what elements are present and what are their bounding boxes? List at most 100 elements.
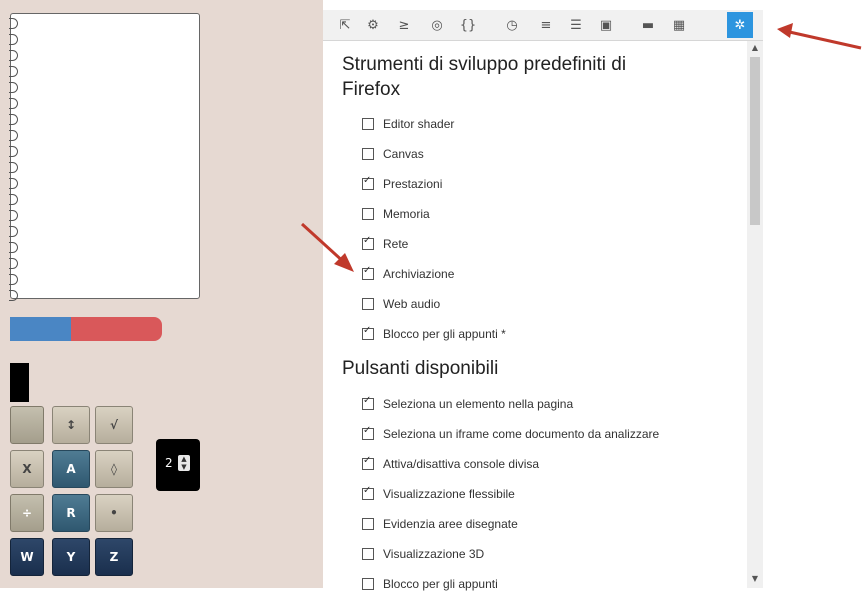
spiral-coil	[9, 82, 18, 93]
toolbar-button-option[interactable]: Seleziona un iframe come documento da an…	[362, 424, 659, 444]
notebook-canvas[interactable]	[9, 13, 200, 301]
keypad-key[interactable]: ◊	[95, 450, 133, 488]
checkbox[interactable]	[362, 235, 374, 250]
scratchpad-icon[interactable]: {}	[455, 12, 481, 38]
keypad-key[interactable]: Z	[95, 538, 133, 576]
toolbar-button-option[interactable]: Visualizzazione flessibile	[362, 484, 515, 504]
notebook-spiral	[9, 18, 19, 306]
keypad-key[interactable]: •	[95, 494, 133, 532]
checkbox[interactable]	[362, 395, 374, 410]
settings-scrollbar[interactable]: ▲ ▼	[747, 41, 763, 588]
settings-icon[interactable]: ✲	[727, 12, 753, 38]
keypad-key[interactable]: Y	[52, 538, 90, 576]
toolbar-button-option-label: Seleziona un iframe come documento da an…	[383, 427, 660, 441]
checkbox[interactable]	[362, 548, 374, 560]
keypad-key[interactable]: ↕	[52, 406, 90, 444]
spiral-coil	[9, 34, 18, 45]
keypad-key[interactable]: W	[10, 538, 44, 576]
toolbar-button-option[interactable]: Seleziona un elemento nella pagina	[362, 394, 573, 414]
toolbar-button-option[interactable]: Evidenzia aree disegnate	[362, 514, 518, 534]
buttons-section-title: Pulsanti disponibili	[342, 358, 499, 379]
devtools-section-title: Strumenti di sviluppo predefiniti di Fir…	[342, 54, 627, 100]
progress-remaining	[70, 317, 162, 341]
toolbar-button-option-label: Evidenzia aree disegnate	[383, 517, 518, 531]
responsive-icon[interactable]: ▣	[593, 12, 619, 38]
devtools-tool-option[interactable]: Rete	[362, 234, 408, 254]
debugger-icon[interactable]: ⚙	[360, 12, 386, 38]
checkbox[interactable]	[362, 455, 374, 470]
inspector-icon[interactable]: ⇱	[332, 12, 358, 38]
toolbar-button-option[interactable]: Visualizzazione 3D	[362, 544, 484, 564]
checkbox[interactable]	[362, 485, 374, 500]
display-box	[10, 363, 29, 402]
spiral-coil	[9, 146, 18, 157]
keypad-blank-key[interactable]	[10, 406, 44, 444]
storage-icon[interactable]: ☰	[563, 12, 589, 38]
checkbox[interactable]	[362, 148, 374, 160]
spiral-coil	[9, 66, 18, 77]
devtools-tool-option-label: Rete	[383, 237, 409, 251]
checkbox[interactable]	[362, 118, 374, 130]
checkbox[interactable]	[362, 298, 374, 310]
spiral-coil	[9, 178, 18, 189]
spiral-coil	[9, 130, 18, 141]
spiral-coil	[9, 194, 18, 205]
toolbar-button-option-label: Attiva/disattiva console divisa	[383, 457, 540, 471]
toolbar-button-option[interactable]: Attiva/disattiva console divisa	[362, 454, 539, 474]
checkbox[interactable]	[362, 175, 374, 190]
spinner-value: 2	[165, 456, 173, 470]
split-console-icon[interactable]: ▬	[635, 12, 661, 38]
progress-bar	[10, 317, 162, 341]
page-margin	[763, 0, 863, 588]
spiral-coil	[9, 290, 18, 301]
progress-fill	[10, 317, 71, 341]
spiral-coil	[9, 274, 18, 285]
toolbar-button-option[interactable]: Blocco per gli appunti	[362, 574, 498, 594]
annotation-arrow-storage-icon	[300, 222, 354, 272]
keypad-key[interactable]: A	[52, 450, 90, 488]
scroll-up-icon[interactable]: ▲	[747, 43, 763, 52]
checkbox[interactable]	[362, 578, 374, 590]
toolbar-button-option-label: Visualizzazione flessibile	[383, 487, 515, 501]
console-icon[interactable]: ≥	[391, 12, 417, 38]
devtools-tool-option-label: Editor shader	[383, 117, 455, 131]
checkbox[interactable]	[362, 265, 374, 280]
devtools-tool-option-label: Memoria	[383, 207, 430, 221]
screenshot-icon[interactable]: ▦	[666, 12, 692, 38]
spiral-coil	[9, 258, 18, 269]
style-editor-icon[interactable]: ◎	[424, 12, 450, 38]
spiral-coil	[9, 242, 18, 253]
checkbox[interactable]	[362, 325, 374, 340]
scroll-thumb[interactable]	[750, 57, 760, 225]
devtools-tool-option-label: Prestazioni	[383, 177, 443, 191]
spiral-coil	[9, 50, 18, 61]
keypad-key[interactable]: R	[52, 494, 90, 532]
devtools-tool-option[interactable]: Editor shader	[362, 114, 454, 134]
devtools-tool-option[interactable]: Prestazioni	[362, 174, 442, 194]
keypad-key[interactable]: X	[10, 450, 44, 488]
keypad-key[interactable]: √	[95, 406, 133, 444]
performance-icon[interactable]: ◷	[499, 12, 525, 38]
devtools-tool-option[interactable]: Web audio	[362, 294, 440, 314]
devtools-tool-option[interactable]: Archiviazione	[362, 264, 454, 284]
devtools-tool-option[interactable]: Canvas	[362, 144, 424, 164]
spiral-coil	[9, 210, 18, 221]
checkbox[interactable]	[362, 208, 374, 220]
devtools-tool-option[interactable]: Blocco per gli appunti *	[362, 324, 506, 344]
annotation-arrow-settings-icon	[777, 23, 862, 50]
devtools-tool-option[interactable]: Memoria	[362, 204, 430, 224]
spinner-arrows-icon[interactable]: ▲ ▼	[178, 455, 190, 471]
network-icon[interactable]: ≡	[533, 12, 559, 38]
scroll-down-icon[interactable]: ▼	[747, 574, 763, 583]
checkbox[interactable]	[362, 425, 374, 440]
spiral-coil	[9, 98, 18, 109]
number-spinner[interactable]: 2 ▲ ▼	[156, 439, 200, 491]
devtools-toolbar: ⇱ ⚙ ≥ ◎{} ◷ ≡ ☰ ▣ ▬ ▦ ✲	[323, 10, 763, 41]
spiral-coil	[9, 226, 18, 237]
checkbox[interactable]	[362, 518, 374, 530]
toolbar-button-option-label: Blocco per gli appunti	[383, 577, 498, 591]
devtools-tool-option-label: Blocco per gli appunti *	[383, 327, 506, 341]
devtools-tool-option-label: Web audio	[383, 297, 441, 311]
keypad-key[interactable]: ÷	[10, 494, 44, 532]
devtools-tool-option-label: Archiviazione	[383, 267, 455, 281]
